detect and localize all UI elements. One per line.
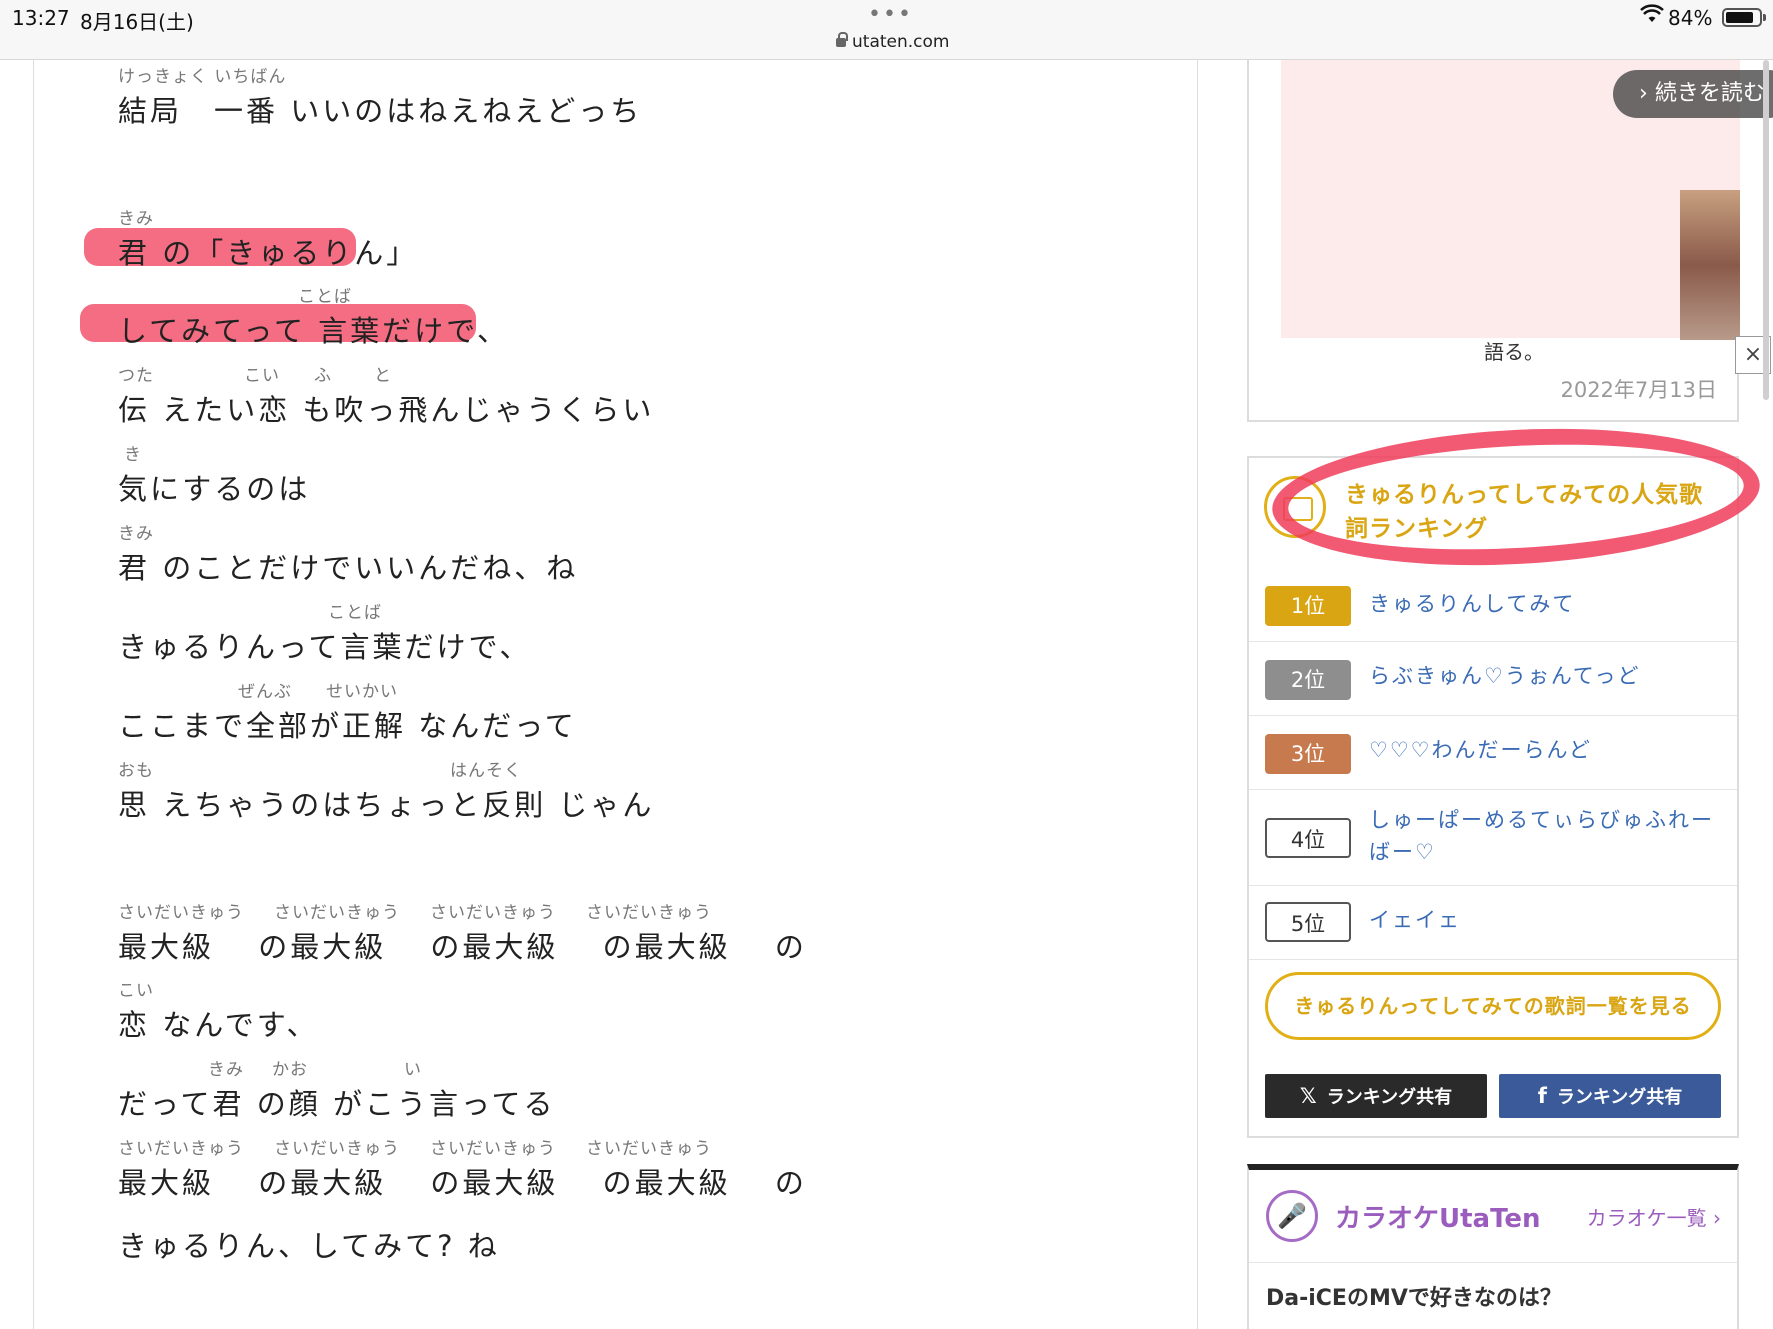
wifi-icon — [1640, 4, 1664, 29]
ranking-song-link[interactable]: ♡♡♡わんだーらんど — [1369, 734, 1592, 766]
lyric-ruby: きみ — [118, 209, 154, 229]
karaoke-card: 🎤 カラオケUtaTen カラオケ一覧 › Da-iCEのMVで好きなのは？ — [1247, 1164, 1739, 1329]
rank-badge: 3位 — [1265, 734, 1351, 774]
ranking-card: きゅるりんってしてみての人気歌詞ランキング 1位 きゅるりんしてみて 2位 らぶ… — [1247, 456, 1739, 1138]
ranking-crown-icon — [1264, 476, 1326, 538]
ranking-song-link[interactable]: らぶきゅん♡うぉんてっど — [1369, 660, 1641, 692]
lyric-ruby: い — [404, 1060, 422, 1080]
lyric-text: 君 のことだけでいいんだね、ね — [118, 551, 579, 585]
lyric-ruby: かお — [272, 1060, 308, 1080]
article-date: 2022年7月13日 — [1560, 378, 1717, 402]
lyric-ruby: きみ — [118, 524, 154, 544]
article-excerpt: 語る。 — [1484, 340, 1544, 364]
lyric-ruby: さいだいきゅう — [118, 1139, 244, 1159]
ranking-song-link[interactable]: きゅるりんしてみて — [1369, 588, 1575, 620]
lyric-ruby: き — [124, 445, 142, 465]
view-lyrics-list-button[interactable]: きゅるりんってしてみての歌詞一覧を見る — [1265, 972, 1721, 1040]
lyric-ruby: さいだいきゅう — [274, 903, 400, 923]
lyric-text: 結局 一番 いいのはねえねえどっち — [118, 94, 643, 128]
chevron-right-icon: › — [1639, 81, 1648, 106]
lyric-text: だって君 の顔 がこう言ってる — [118, 1087, 556, 1121]
rank-badge: 4位 — [1265, 818, 1351, 858]
lyric-text: きゅるりんって言葉だけで、 — [118, 630, 532, 664]
ranking-title: きゅるりんってしてみての人気歌詞ランキング — [1345, 482, 1704, 542]
divider — [1249, 1262, 1737, 1263]
karaoke-list-link[interactable]: カラオケ一覧 › — [1587, 1202, 1721, 1231]
lyrics-panel: けっきょく いちばん 結局 一番 いいのはねえねえどっち きみ 君 の「きゅるり… — [33, 60, 1198, 1329]
lyric-ruby: ふ — [314, 366, 332, 386]
rank-badge: 5位 — [1265, 902, 1351, 942]
lyric-ruby: さいだいきゅう — [274, 1139, 400, 1159]
article-photo — [1680, 190, 1740, 340]
lyric-ruby: さいだいきゅう — [430, 1139, 556, 1159]
ranking-song-link[interactable]: イェイェ — [1369, 904, 1461, 936]
lyric-text: 思 えちゃうのはちょっと反則 じゃん — [118, 788, 655, 822]
lyric-text: 恋 なんです、 — [118, 1008, 319, 1042]
lyric-ruby: こい — [118, 981, 154, 1001]
battery-icon — [1722, 8, 1762, 27]
lyric-ruby: ことば — [328, 603, 382, 623]
lyric-ruby: ぜんぶ — [238, 682, 292, 702]
lyric-ruby: と — [374, 366, 392, 386]
lyric-text: 気にするのは — [118, 472, 311, 506]
lyric-text: してみてって 言葉だけで、 — [118, 314, 509, 348]
lyric-ruby: つた — [118, 366, 154, 386]
battery-tip — [1763, 14, 1766, 21]
ranking-item-5[interactable]: 5位 イェイェ — [1249, 886, 1737, 960]
lyric-ruby: さいだいきゅう — [118, 903, 244, 923]
share-facebook-label: ランキング共有 — [1556, 1087, 1683, 1108]
lyric-ruby: けっきょく いちばん — [118, 67, 287, 87]
lyric-text: ここまで全部が正解 なんだって — [118, 709, 577, 743]
share-x-label: ランキング共有 — [1326, 1087, 1453, 1108]
x-logo-icon: 𝕏 — [1299, 1084, 1317, 1108]
url-text: utaten.com — [852, 32, 950, 52]
lyric-ruby: こい — [244, 366, 280, 386]
rank-badge: 1位 — [1265, 586, 1351, 626]
rank-badge: 2位 — [1265, 660, 1351, 700]
scrollbar[interactable] — [1763, 60, 1769, 400]
facebook-logo-icon: f — [1537, 1084, 1547, 1108]
address-bar[interactable]: utaten.com — [836, 32, 949, 52]
lyric-ruby: はんそく — [450, 761, 522, 781]
ranking-song-link[interactable]: しゅーぱーめるてぃらびゅふれーばー♡ — [1369, 804, 1719, 868]
lyric-text: 君 の「きゅるりん」 — [118, 236, 419, 270]
lyric-ruby: せいかい — [326, 682, 398, 702]
article-image[interactable]: › 続きを読む — [1281, 60, 1773, 340]
microphone-icon: 🎤 — [1266, 1190, 1318, 1242]
tab-dots-icon[interactable]: ••• — [868, 2, 913, 27]
lock-icon — [836, 32, 848, 47]
lyric-ruby: ことば — [298, 287, 352, 307]
lyric-ruby: さいだいきゅう — [586, 1139, 712, 1159]
lyric-ruby: さいだいきゅう — [586, 903, 712, 923]
read-more-button[interactable]: › 続きを読む — [1613, 70, 1773, 118]
ranking-item-2[interactable]: 2位 らぶきゅん♡うぉんてっど — [1249, 642, 1737, 716]
share-facebook-button[interactable]: f ランキング共有 — [1499, 1074, 1721, 1118]
lyric-text: 最大級 の最大級 の最大級 の最大級 の — [118, 930, 807, 964]
ranking-item-3[interactable]: 3位 ♡♡♡わんだーらんど — [1249, 716, 1737, 790]
karaoke-question[interactable]: Da-iCEのMVで好きなのは？ — [1266, 1280, 1562, 1312]
status-time: 13:27 — [12, 6, 70, 30]
battery-fill — [1726, 12, 1753, 23]
lyric-ruby: おも — [118, 761, 154, 781]
battery-percent: 84% — [1668, 6, 1713, 30]
lyric-text: 伝 えたい恋 も吹っ飛んじゃうくらい — [118, 393, 655, 427]
lyric-ruby: さいだいきゅう — [430, 903, 556, 923]
status-bar: 13:27 8月16日(土) ••• utaten.com 84% — [0, 0, 1773, 60]
ranking-item-4[interactable]: 4位 しゅーぱーめるてぃらびゅふれーばー♡ — [1249, 790, 1737, 886]
lyric-ruby: きみ — [208, 1060, 244, 1080]
karaoke-title: カラオケUtaTen — [1335, 1204, 1541, 1234]
lyric-text: 最大級 の最大級 の最大級 の最大級 の — [118, 1166, 807, 1200]
ranking-item-1[interactable]: 1位 きゅるりんしてみて — [1249, 568, 1737, 642]
read-more-label: 続きを読む — [1654, 81, 1765, 106]
lyric-text: きゅるりん、してみて? ね — [118, 1229, 500, 1263]
share-x-button[interactable]: 𝕏 ランキング共有 — [1265, 1074, 1487, 1118]
status-date: 8月16日(土) — [80, 10, 194, 34]
article-card[interactable]: › 続きを読む 語る。 2022年7月13日 — [1247, 60, 1773, 422]
